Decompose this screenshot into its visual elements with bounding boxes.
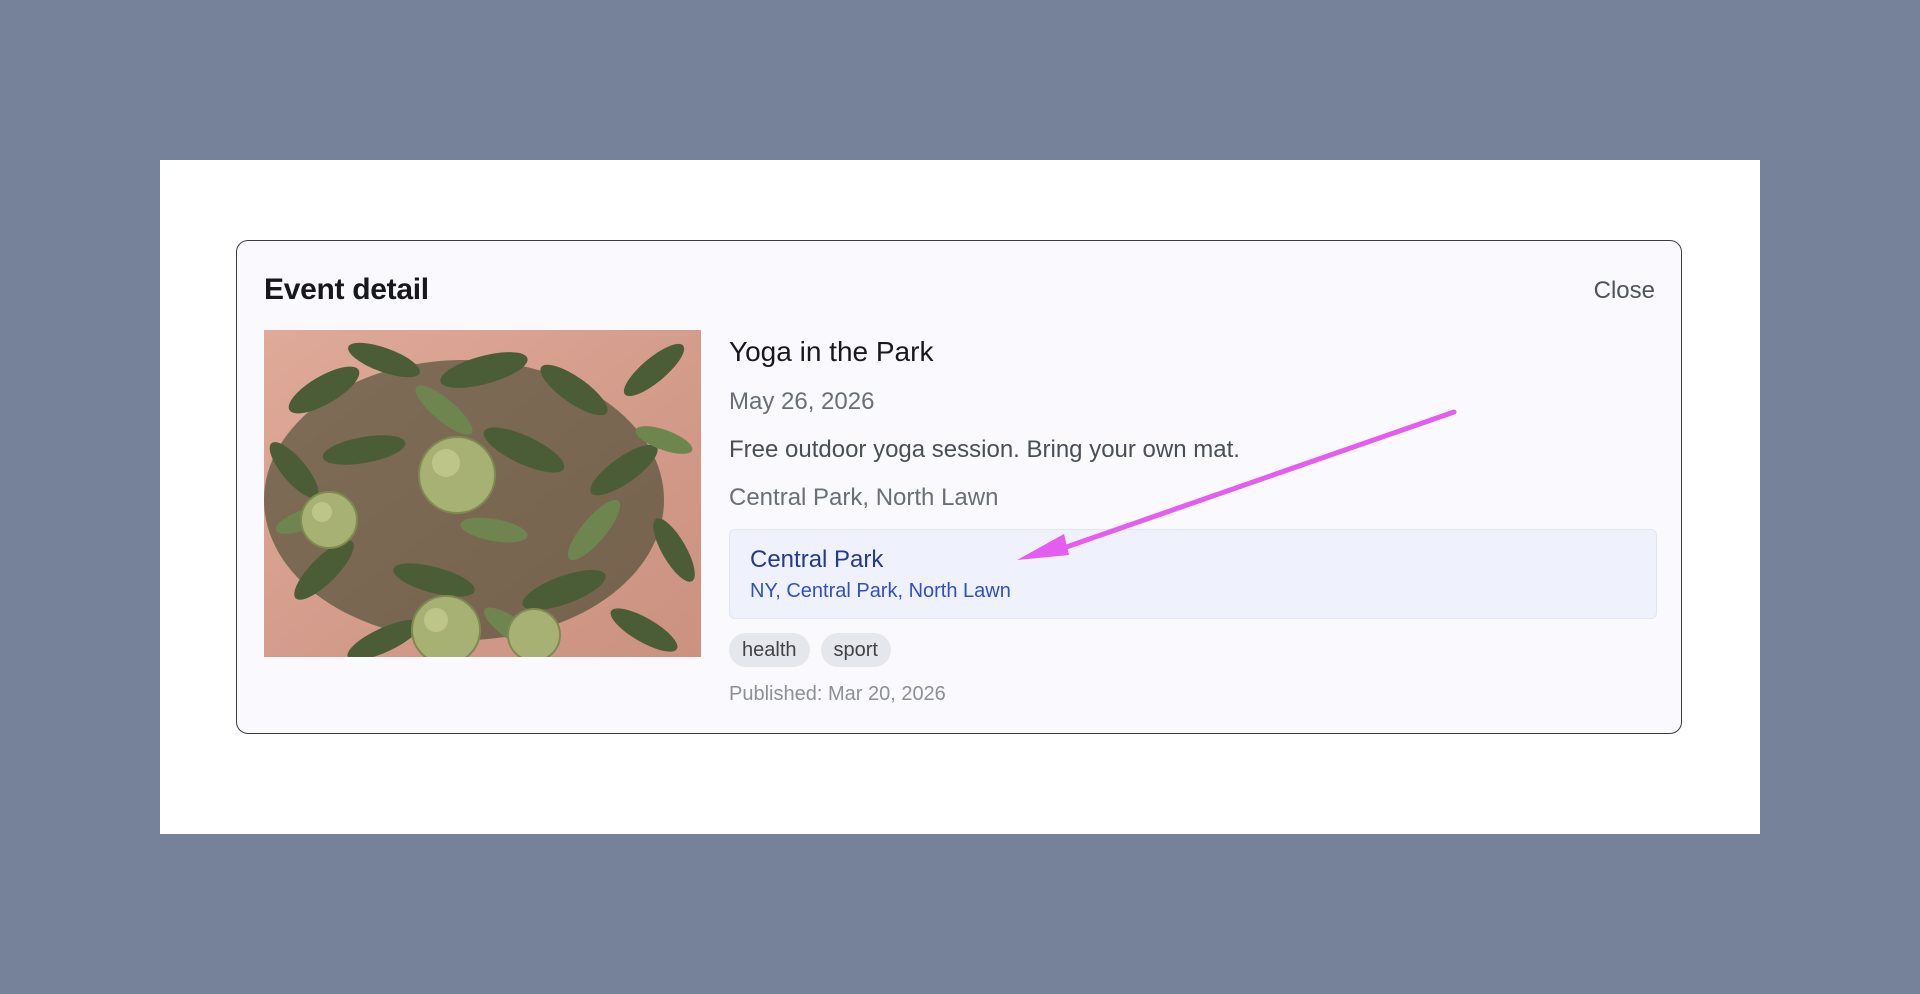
event-date: May 26, 2026 — [729, 388, 875, 415]
event-image — [264, 330, 701, 657]
event-location: Central Park, North Lawn — [729, 484, 999, 511]
close-button[interactable]: Close — [1594, 277, 1655, 305]
citrus-tree-photo-icon — [264, 330, 701, 657]
published-date: Published: Mar 20, 2026 — [729, 683, 946, 705]
event-detail-dialog: Event detail Close Yoga in the Park May … — [236, 240, 1682, 734]
tag-chip[interactable]: sport — [820, 633, 891, 667]
venue-card[interactable]: Central Park NY, Central Park, North Law… — [729, 529, 1657, 619]
tag-list: health sport — [729, 633, 891, 667]
tag-chip[interactable]: health — [729, 633, 810, 667]
screenshot-frame: Event detail Close Yoga in the Park May … — [160, 160, 1760, 834]
venue-name[interactable]: Central Park — [750, 546, 883, 574]
dialog-title: Event detail — [264, 273, 429, 306]
event-description: Free outdoor yoga session. Bring your ow… — [729, 436, 1240, 463]
venue-address-link[interactable]: NY, Central Park, North Lawn — [750, 580, 1011, 603]
event-title: Yoga in the Park — [729, 336, 934, 367]
